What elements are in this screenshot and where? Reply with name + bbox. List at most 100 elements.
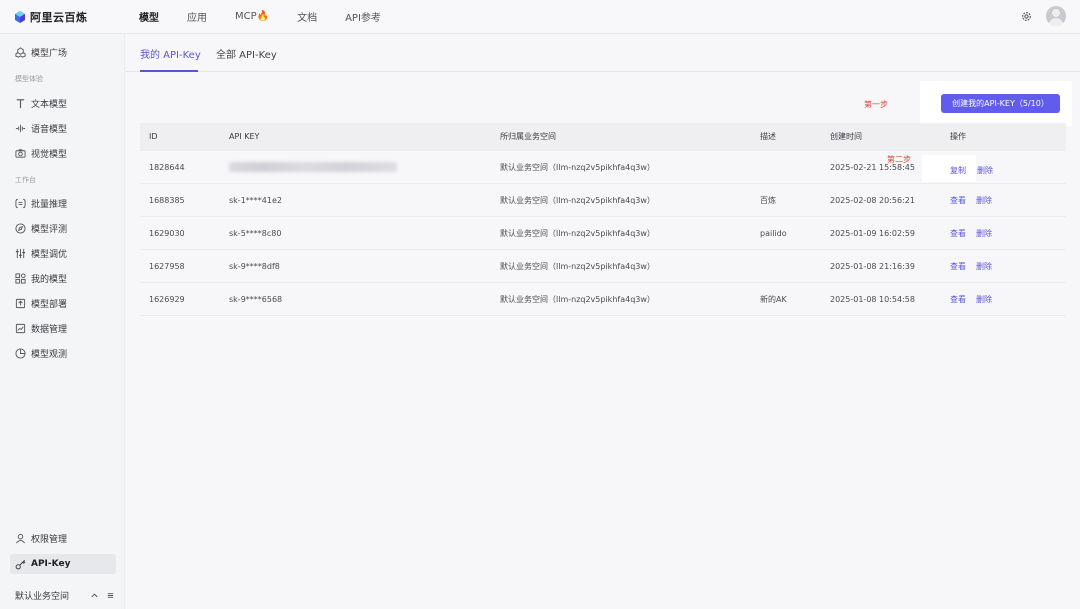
nav-apps[interactable]: 应用 — [187, 9, 207, 24]
user-icon — [15, 533, 26, 544]
waveform-icon — [15, 123, 26, 134]
sidebar-item-vision-model[interactable]: 视觉模型 — [10, 143, 116, 163]
cell-created-time: 2025-01-09 16:02:59 — [830, 228, 915, 238]
text-icon — [15, 98, 26, 109]
sidebar-item-model-eval[interactable]: 模型评测 — [10, 218, 116, 238]
sidebar-item-permission-mgmt[interactable]: 权限管理 — [10, 528, 116, 548]
header-id: ID — [149, 132, 158, 141]
view-link[interactable]: 查看 — [950, 228, 966, 239]
header-description: 描述 — [760, 132, 776, 141]
sidebar-item-label: 模型调优 — [31, 249, 68, 260]
sidebar-item-model-square[interactable]: 模型广场 — [10, 42, 116, 62]
nav-model[interactable]: 模型 — [139, 9, 159, 24]
grid-icon — [15, 272, 26, 284]
sidebar-item-model-deploy[interactable]: 模型部署 — [10, 293, 116, 313]
view-link[interactable]: 查看 — [950, 261, 966, 272]
delete-link[interactable]: 删除 — [976, 228, 992, 239]
cell-api-key-blurred — [229, 151, 397, 183]
cell-operations: 查看 删除 — [950, 283, 1002, 315]
cell-api-key: sk-1****41e2 — [229, 195, 282, 205]
nav-mcp[interactable]: MCP🔥 — [235, 11, 269, 22]
sidebar-item-api-key[interactable]: API-Key — [10, 554, 116, 574]
workspace-switcher[interactable]: 默认业务空间 — [15, 588, 115, 602]
delete-link[interactable]: 删除 — [976, 294, 992, 305]
sidebar-item-label: 模型观测 — [31, 349, 68, 360]
deploy-icon — [15, 298, 26, 309]
view-link[interactable]: 查看 — [950, 294, 966, 305]
table-row: 1688385 sk-1****41e2 默认业务空间（llm-nzq2v5pi… — [140, 184, 1066, 217]
cell-id: 1828644 — [149, 162, 185, 172]
cell-description: 新的AK — [760, 294, 787, 304]
cell-api-key: sk-9****8df8 — [229, 261, 280, 271]
cell-id: 1627958 — [149, 261, 185, 271]
cell-workspace: 默认业务空间（llm-nzq2v5pikhfa4q3w） — [500, 162, 655, 172]
view-link[interactable]: 查看 — [950, 195, 966, 206]
cell-id: 1626929 — [149, 294, 185, 304]
sidebar-item-my-models[interactable]: 我的模型 — [10, 268, 116, 288]
camera-icon — [15, 148, 26, 159]
cell-workspace: 默认业务空间（llm-nzq2v5pikhfa4q3w） — [500, 195, 655, 205]
table-row: 1629030 sk-5****8c80 默认业务空间（llm-nzq2v5pi… — [140, 217, 1066, 250]
header-api-key: API KEY — [229, 132, 260, 141]
brand[interactable]: 阿里云百炼 — [0, 9, 125, 25]
workspace-label: 默认业务空间 — [15, 591, 70, 602]
cell-workspace: 默认业务空间（llm-nzq2v5pikhfa4q3w） — [500, 294, 655, 304]
header-operations: 操作 — [950, 132, 966, 141]
delete-link[interactable]: 删除 — [976, 195, 992, 206]
header-workspace: 所归属业务空间 — [500, 132, 556, 141]
sidebar-item-label: 语音模型 — [31, 124, 68, 135]
sidebar-item-label: 文本模型 — [31, 99, 68, 110]
sidebar-group-model-experience: 模型体验 — [15, 75, 43, 83]
header-created-time: 创建时间 — [830, 132, 862, 141]
active-tab-indicator — [140, 70, 198, 72]
cell-description: pailido — [760, 228, 787, 238]
sidebar-item-label: 模型部署 — [31, 299, 68, 310]
sidebar-item-data-mgmt[interactable]: 数据管理 — [10, 318, 116, 338]
cell-id: 1688385 — [149, 195, 185, 205]
sliders-icon — [15, 248, 26, 259]
sidebar-item-label: 我的模型 — [31, 274, 68, 285]
tab-my-api-key[interactable]: 我的 API-Key — [140, 46, 201, 61]
nav-api-reference[interactable]: API参考 — [345, 9, 381, 24]
chevron-up-icon[interactable] — [89, 590, 99, 600]
cell-id: 1629030 — [149, 228, 185, 238]
sidebar-item-label: API-Key — [31, 559, 71, 569]
sidebar-item-text-model[interactable]: 文本模型 — [10, 93, 116, 113]
tab-all-api-key[interactable]: 全部 API-Key — [216, 46, 277, 61]
sidebar-item-batch-inference[interactable]: 批量推理 — [10, 193, 116, 213]
sidebar-item-label: 权限管理 — [31, 534, 68, 545]
sidebar-item-label: 批量推理 — [31, 199, 68, 210]
table-row: 1627958 sk-9****8df8 默认业务空间（llm-nzq2v5pi… — [140, 250, 1066, 283]
cell-workspace: 默认业务空间（llm-nzq2v5pikhfa4q3w） — [500, 228, 655, 238]
brand-logo-icon — [15, 10, 25, 23]
create-api-key-button[interactable]: 创建我的API-KEY（5/10） — [941, 94, 1060, 113]
cell-created-time: 2025-01-08 21:16:39 — [830, 261, 915, 271]
cell-operations: 查看 删除 — [950, 250, 1002, 282]
gear-icon[interactable] — [1019, 9, 1033, 23]
sidebar-item-label: 数据管理 — [31, 324, 68, 335]
chart-icon — [15, 323, 26, 334]
sidebar-item-model-observe[interactable]: 模型观测 — [10, 343, 116, 363]
topbar-actions — [1019, 6, 1066, 26]
sidebar-item-label: 模型评测 — [31, 224, 68, 235]
cubes-icon — [15, 46, 26, 58]
top-nav: 模型 应用 MCP🔥 文档 API参考 — [139, 9, 409, 24]
brand-name: 阿里云百炼 — [30, 10, 88, 24]
delete-link[interactable]: 删除 — [977, 165, 993, 176]
cell-workspace: 默认业务空间（llm-nzq2v5pikhfa4q3w） — [500, 261, 655, 271]
cell-operations: 查看 删除 — [950, 217, 1002, 249]
sidebar-item-label: 视觉模型 — [31, 149, 68, 160]
delete-link[interactable]: 删除 — [976, 261, 992, 272]
cell-created-time: 2025-02-08 20:56:21 — [830, 195, 915, 205]
sidebar-item-voice-model[interactable]: 语音模型 — [10, 118, 116, 138]
avatar[interactable] — [1046, 6, 1066, 26]
sidebar-item-model-tuning[interactable]: 模型调优 — [10, 243, 116, 263]
sidebar: 模型广场 模型体验 文本模型 语音模型 视觉模型 工作台 批量推理 模型评测 模… — [0, 34, 125, 609]
nav-docs[interactable]: 文档 — [297, 9, 317, 24]
top-bar: 阿里云百炼 模型 应用 MCP🔥 文档 API参考 — [0, 0, 1080, 34]
api-key-table: ID API KEY 所归属业务空间 描述 创建时间 操作 1828644 默认… — [140, 123, 1066, 316]
cell-api-key: sk-5****8c80 — [229, 228, 282, 238]
annotation-step-one: 第一步 — [864, 100, 888, 109]
copy-link[interactable]: 复制 — [950, 165, 966, 176]
menu-icon[interactable] — [105, 590, 115, 600]
